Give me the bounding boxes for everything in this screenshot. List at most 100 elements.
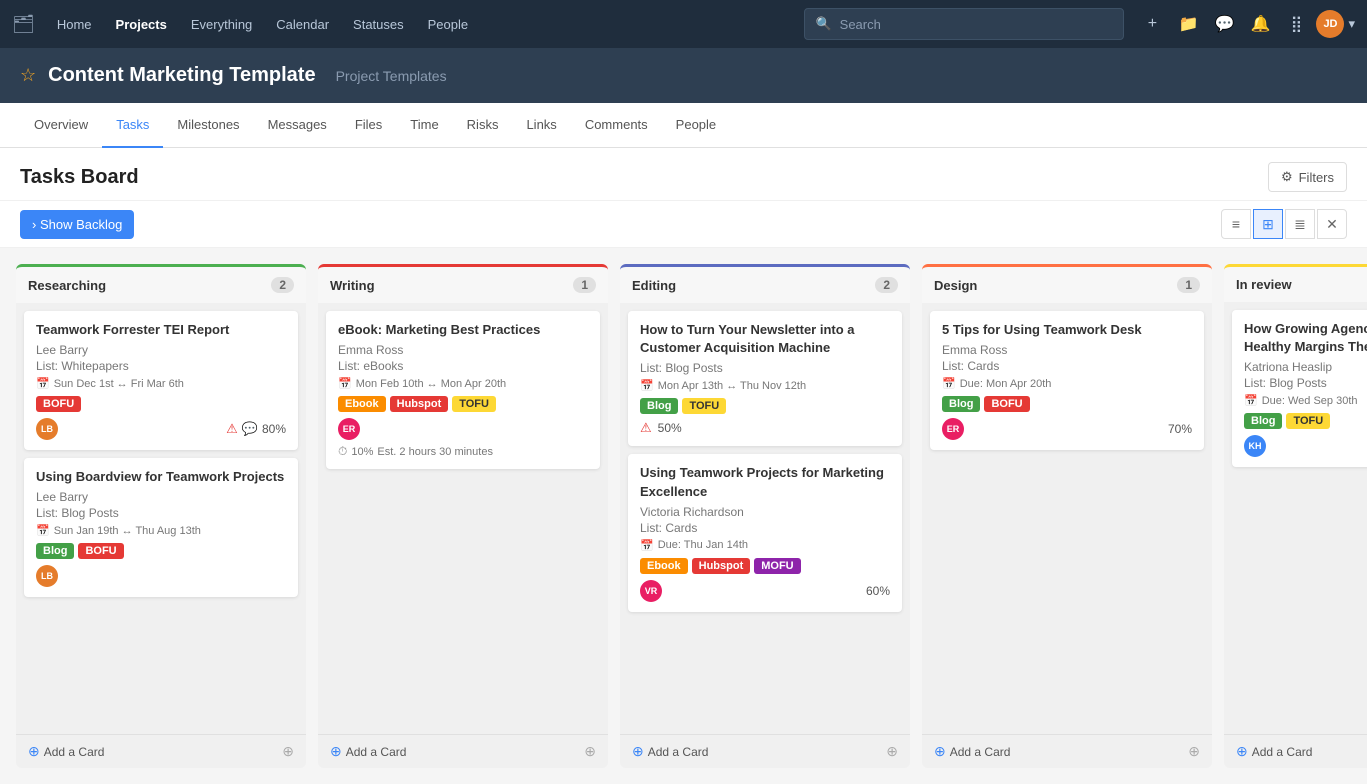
filters-button[interactable]: ⚙ Filters: [1268, 162, 1347, 192]
tab-comments[interactable]: Comments: [571, 103, 662, 148]
column-in-review: In review How Growing Agencies Maintain …: [1224, 264, 1367, 768]
app-logo[interactable]: 🗂: [12, 14, 35, 35]
card-list: List: Cards: [942, 359, 1192, 373]
card-date: 📅 Mon Apr 13th ↔ Thu Nov 12th: [640, 379, 890, 392]
card-avatar: ER: [338, 418, 360, 440]
column-cards-editing: How to Turn Your Newsletter into a Custo…: [620, 303, 910, 734]
calendar-icon: 📅: [36, 377, 50, 390]
card-teamwork-forrester[interactable]: Teamwork Forrester TEI Report Lee Barry …: [24, 311, 298, 450]
tab-files[interactable]: Files: [341, 103, 396, 148]
tab-risks[interactable]: Risks: [453, 103, 513, 148]
tab-overview[interactable]: Overview: [20, 103, 102, 148]
card-date: 📅 Due: Wed Sep 30th: [1244, 394, 1367, 407]
nav-home[interactable]: Home: [47, 11, 102, 38]
card-list: List: eBooks: [338, 359, 588, 373]
nav-everything[interactable]: Everything: [181, 11, 262, 38]
close-view-button[interactable]: ✕: [1317, 209, 1347, 239]
board-header: Tasks Board ⚙ Filters: [0, 148, 1367, 201]
add-icon: ⊕: [1236, 743, 1248, 760]
add-card-text: ⊕ Add a Card: [1236, 743, 1312, 760]
column-cards-in-review: How Growing Agencies Maintain Healthy Ma…: [1224, 302, 1367, 734]
nav-icon-group: + 📁 💬 🔔 ⣿ JD ▾: [1136, 8, 1355, 40]
card-list: List: Blog Posts: [1244, 376, 1367, 390]
drag-icon: ⊕: [1188, 743, 1200, 760]
add-card-researching[interactable]: ⊕ Add a Card ⊕: [16, 734, 306, 768]
add-button[interactable]: +: [1136, 8, 1168, 40]
card-newsletter[interactable]: How to Turn Your Newsletter into a Custo…: [628, 311, 902, 446]
card-date: 📅 Mon Feb 10th ↔ Mon Apr 20th: [338, 377, 588, 390]
search-input[interactable]: [840, 17, 1114, 32]
add-card-editing[interactable]: ⊕ Add a Card ⊕: [620, 734, 910, 768]
card-avatar: VR: [640, 580, 662, 602]
progress-percent: 80%: [262, 422, 286, 436]
project-header: ☆ Content Marketing Template Project Tem…: [0, 48, 1367, 103]
card-footer: LB: [36, 565, 286, 587]
card-title: 5 Tips for Using Teamwork Desk: [942, 321, 1192, 339]
show-backlog-button[interactable]: › Show Backlog: [20, 210, 134, 239]
user-dropdown-icon[interactable]: ▾: [1348, 16, 1355, 32]
search-bar[interactable]: 🔍: [804, 8, 1124, 40]
card-teamwork-projects-excellence[interactable]: Using Teamwork Projects for Marketing Ex…: [628, 454, 902, 611]
card-list: List: Cards: [640, 521, 890, 535]
add-card-writing[interactable]: ⊕ Add a Card ⊕: [318, 734, 608, 768]
card-date: 📅 Sun Dec 1st ↔ Fri Mar 6th: [36, 377, 286, 390]
tab-milestones[interactable]: Milestones: [163, 103, 253, 148]
nav-statuses[interactable]: Statuses: [343, 11, 414, 38]
nav-calendar[interactable]: Calendar: [266, 11, 339, 38]
grid-button[interactable]: ⣿: [1280, 8, 1312, 40]
drag-icon: ⊕: [584, 743, 596, 760]
nav-people[interactable]: People: [418, 11, 478, 38]
time-percent: 10%: [351, 446, 373, 458]
card-tags: Blog TOFU: [640, 398, 890, 414]
tag-blog: Blog: [1244, 413, 1282, 429]
bell-button[interactable]: 🔔: [1244, 8, 1276, 40]
tab-tasks[interactable]: Tasks: [102, 103, 163, 148]
chat-button[interactable]: 💬: [1208, 8, 1240, 40]
column-header-in-review: In review: [1224, 264, 1367, 302]
add-card-text: ⊕ Add a Card: [28, 743, 104, 760]
tag-tofu: TOFU: [682, 398, 726, 414]
add-icon: ⊕: [934, 743, 946, 760]
tab-links[interactable]: Links: [512, 103, 570, 148]
board-title: Tasks Board: [20, 166, 139, 189]
favorite-star-icon[interactable]: ☆: [20, 65, 36, 86]
card-ebook-marketing[interactable]: eBook: Marketing Best Practices Emma Ros…: [326, 311, 600, 469]
filters-icon: ⚙: [1281, 169, 1293, 185]
column-writing: Writing 1 eBook: Marketing Best Practice…: [318, 264, 608, 768]
nav-projects[interactable]: Projects: [106, 11, 177, 38]
tag-hubspot: Hubspot: [390, 396, 449, 412]
card-title: How to Turn Your Newsletter into a Custo…: [640, 321, 890, 357]
add-card-design[interactable]: ⊕ Add a Card ⊕: [922, 734, 1212, 768]
add-icon: ⊕: [28, 743, 40, 760]
tag-tofu: TOFU: [452, 396, 496, 412]
progress-icons: ⚠ 💬 80%: [226, 421, 286, 437]
card-avatar: LB: [36, 418, 58, 440]
card-title: Teamwork Forrester TEI Report: [36, 321, 286, 339]
board-view-button[interactable]: ⊞: [1253, 209, 1283, 239]
card-tags: Blog BOFU: [942, 396, 1192, 412]
folder-button[interactable]: 📁: [1172, 8, 1204, 40]
card-teamwork-desk[interactable]: 5 Tips for Using Teamwork Desk Emma Ross…: [930, 311, 1204, 450]
tag-bofu: BOFU: [984, 396, 1029, 412]
card-boardview[interactable]: Using Boardview for Teamwork Projects Le…: [24, 458, 298, 597]
table-view-button[interactable]: ≣: [1285, 209, 1315, 239]
card-growing-agencies[interactable]: How Growing Agencies Maintain Healthy Ma…: [1232, 310, 1367, 467]
add-card-label: Add a Card: [648, 745, 709, 759]
card-person: Emma Ross: [338, 343, 588, 357]
progress-percent: 70%: [1168, 422, 1192, 436]
card-tags: Ebook Hubspot TOFU: [338, 396, 588, 412]
card-title: Using Teamwork Projects for Marketing Ex…: [640, 464, 890, 500]
tab-people[interactable]: People: [662, 103, 730, 148]
progress-row: ⚠ 50%: [640, 420, 890, 436]
column-header-researching: Researching 2: [16, 264, 306, 303]
column-header-writing: Writing 1: [318, 264, 608, 303]
list-view-button[interactable]: ≡: [1221, 209, 1251, 239]
add-card-text: ⊕ Add a Card: [330, 743, 406, 760]
tab-messages[interactable]: Messages: [254, 103, 341, 148]
user-avatar[interactable]: JD: [1316, 10, 1344, 38]
tag-mofu: MOFU: [754, 558, 800, 574]
add-card-in-review[interactable]: ⊕ Add a Card ⊕: [1224, 734, 1367, 768]
card-tags: BOFU: [36, 396, 286, 412]
column-title-writing: Writing: [330, 278, 375, 293]
tab-time[interactable]: Time: [396, 103, 452, 148]
